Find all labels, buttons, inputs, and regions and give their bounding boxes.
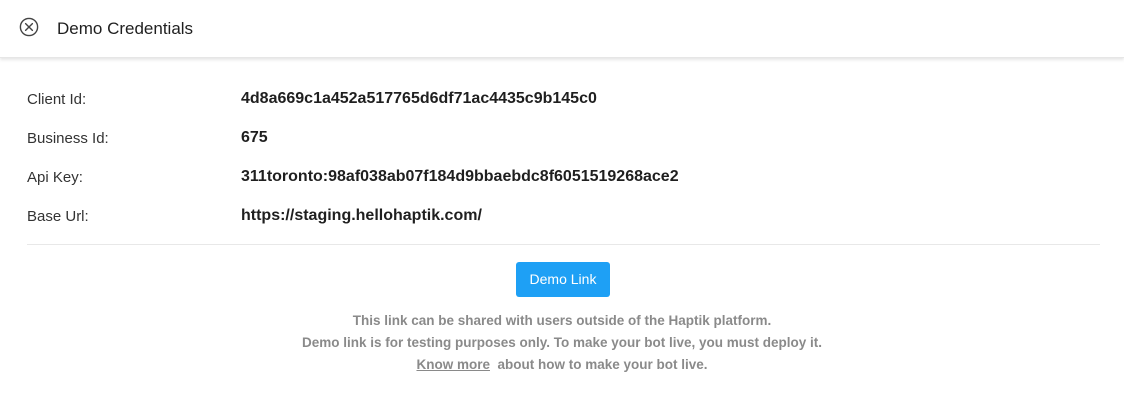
demo-link-info: This link can be shared with users outsi… [0,310,1124,376]
know-more-link[interactable]: Know more [416,357,490,372]
section-divider [27,244,1100,245]
base-url-label: Base Url: [27,208,89,225]
info-line-testing: Demo link is for testing purposes only. … [301,335,823,350]
business-id-value: 675 [241,129,268,146]
api-key-value: 311toronto:98af038ab07f184d9bbaebdc8f605… [241,168,679,185]
close-icon[interactable] [19,17,39,37]
know-more-suffix: about how to make your bot live. [497,357,708,372]
credential-row-business-id: Business Id: 675 [27,126,1100,165]
credential-row-client-id: Client Id: 4d8a669c1a452a517765d6df71ac4… [27,87,1100,126]
base-url-value: https://staging.hellohaptik.com/ [241,207,482,224]
client-id-label: Client Id: [27,91,87,108]
credential-row-base-url: Base Url: https://staging.hellohaptik.co… [27,204,1100,243]
client-id-value: 4d8a669c1a452a517765d6df71ac4435c9b145c0 [241,90,597,107]
business-id-label: Business Id: [27,130,109,147]
credentials-list: Client Id: 4d8a669c1a452a517765d6df71ac4… [27,87,1100,243]
credential-row-api-key: Api Key: 311toronto:98af038ab07f184d9bba… [27,165,1100,204]
info-line-share: This link can be shared with users outsi… [352,313,772,328]
demo-link-button[interactable]: Demo Link [516,262,610,297]
api-key-label: Api Key: [27,169,83,186]
info-line-know-more: Know more about how to make your bot liv… [0,354,1124,376]
modal-header: Demo Credentials [0,0,1124,58]
page-title: Demo Credentials [57,19,194,38]
